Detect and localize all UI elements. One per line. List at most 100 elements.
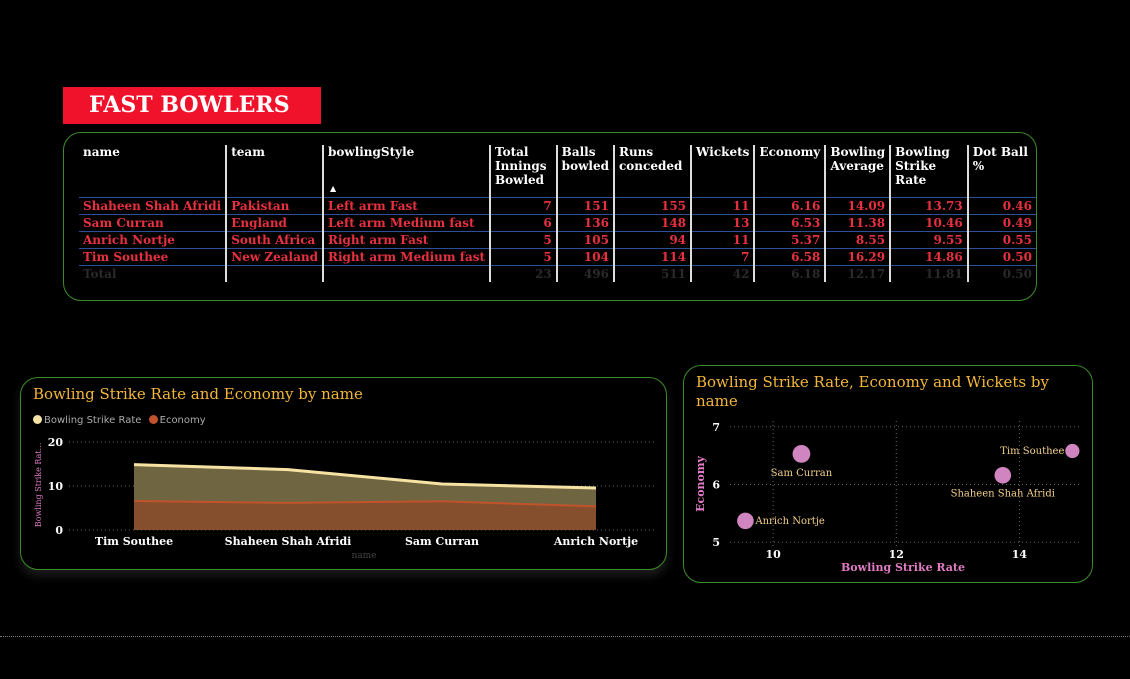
point-label: Tim Southee [1000, 446, 1064, 457]
column-header-label: Wickets [696, 145, 750, 159]
column-header[interactable]: Balls bowled [555, 145, 614, 198]
bowlers-table: name team bowlingStyle ▲ Total Innings Bowled B… [79, 145, 1036, 282]
column-header-label: Total [495, 145, 529, 159]
table-cell: 5.37 [753, 231, 826, 249]
table-cell: Right arm Medium fast [321, 248, 491, 266]
x-tick-label: Anrich Nortje [553, 535, 638, 548]
total-cell: 12.17 [824, 265, 891, 282]
table-cell: 16.29 [824, 248, 891, 266]
x-tick-label: 10 [765, 548, 781, 561]
x-tick-label: 14 [1012, 548, 1028, 561]
table-cell: Right arm Fast [321, 231, 491, 249]
scatter-point[interactable] [994, 466, 1012, 484]
table-row[interactable]: Shaheen Shah Afridi Pakistan Left arm Fast… [79, 197, 1036, 215]
column-header-label: Strike Rate [895, 159, 937, 187]
y-tick-label: 7 [712, 421, 720, 434]
table-cell: Pakistan [225, 197, 323, 215]
scatter-point[interactable] [1065, 443, 1080, 459]
table-cell: 0.55 [966, 231, 1036, 249]
total-cell [225, 265, 323, 282]
table-cell: 136 [555, 214, 614, 232]
table-cell: 0.49 [966, 214, 1036, 232]
total-cell [321, 265, 491, 282]
point-label: Shaheen Shah Afridi [951, 488, 1055, 499]
table-cell: 148 [612, 214, 692, 232]
area-chart: 20 10 0 Tim Southee Shaheen Shah Afridi Sam C… [34, 436, 656, 561]
table-cell: 11 [690, 197, 755, 215]
table-cell: 0.46 [966, 197, 1036, 215]
table-cell: South Africa [225, 231, 323, 249]
table-row[interactable]: Anrich Nortje South Africa Right arm Fast 5… [79, 231, 1036, 249]
total-cell: 42 [690, 265, 755, 282]
point-label: Anrich Nortje [754, 516, 825, 527]
table-row[interactable]: Sam Curran England Left arm Medium fast 6 13… [79, 214, 1036, 232]
y-axis-title: Economy [694, 456, 707, 512]
table-cell: 5 [489, 231, 557, 249]
table-cell: New Zealand [225, 248, 323, 266]
column-header-label: Bowling [895, 145, 950, 159]
column-header-label: Innings [495, 159, 547, 173]
table-cell: 7 [489, 197, 557, 215]
column-header[interactable]: bowlingStyle ▲ [321, 145, 491, 198]
column-header[interactable]: Dot Ball % [966, 145, 1036, 198]
total-cell: 496 [555, 265, 614, 282]
column-header-label: bowled [561, 159, 609, 173]
table-cell: 6 [489, 214, 557, 232]
table-cell: 114 [612, 248, 692, 266]
column-header[interactable]: Wickets [690, 145, 755, 198]
column-header-label: Average [830, 159, 884, 173]
table-cell: Tim Southee [79, 248, 227, 266]
table-cell: Shaheen Shah Afridi [79, 197, 227, 215]
total-cell: 0.50 [966, 265, 1036, 282]
scatter-point[interactable] [792, 445, 811, 463]
y-axis-title: Bowling Strike Rat... [34, 443, 43, 528]
table-cell: 0.50 [966, 248, 1036, 266]
table-cell: 5 [489, 248, 557, 266]
table-cell: 105 [555, 231, 614, 249]
page-divider [0, 636, 1130, 637]
sort-ascending-icon[interactable]: ▲ [330, 181, 336, 195]
column-header[interactable]: name [79, 145, 226, 198]
table-cell: 13 [690, 214, 755, 232]
y-tick-label: 20 [48, 436, 64, 449]
table-cell: 13.73 [889, 197, 968, 215]
table-cell: 155 [612, 197, 692, 215]
y-tick-label: 5 [712, 536, 720, 549]
table-cell: 104 [555, 248, 614, 266]
column-header-label: Bowled [495, 173, 545, 187]
y-tick-label: 10 [48, 480, 64, 493]
column-header[interactable]: Bowling Strike Rate [889, 145, 968, 198]
column-header[interactable]: Economy [753, 145, 826, 198]
column-header-label: Bowling [830, 145, 886, 159]
table-cell: 14.86 [889, 248, 968, 266]
scatter-point[interactable] [737, 512, 754, 530]
column-header-label: conceded [618, 159, 683, 173]
table-cell: 14.09 [824, 197, 891, 215]
table-cell: England [225, 214, 323, 232]
x-tick-label: Shaheen Shah Afridi [225, 535, 352, 548]
column-header-label: bowlingStyle [327, 145, 415, 159]
table-cell: 7 [690, 248, 755, 266]
x-tick-label: Tim Southee [95, 535, 173, 548]
table-cell: 11 [690, 231, 755, 249]
y-tick-label: 6 [712, 479, 720, 492]
point-label: Sam Curran [771, 468, 833, 479]
table-cell: Sam Curran [79, 214, 227, 232]
column-header[interactable]: Runs conceded [612, 145, 692, 198]
total-cell: 6.18 [753, 265, 826, 282]
area-fill-economy [134, 501, 596, 530]
table-cell: 9.55 [889, 231, 968, 249]
table-cell: 6.53 [753, 214, 826, 232]
x-axis-title: name [351, 551, 376, 561]
x-tick-label: Sam Curran [405, 535, 479, 548]
column-header-label: Dot Ball % [972, 145, 1028, 173]
column-header[interactable]: Bowling Average [824, 145, 891, 198]
table-row[interactable]: Tim Southee New Zealand Right arm Medium f… [79, 248, 1036, 266]
table-cell: 94 [612, 231, 692, 249]
column-header[interactable]: team [225, 145, 323, 198]
bowlers-table-panel: name team bowlingStyle ▲ Total Innings Bowled B… [63, 132, 1037, 301]
column-header[interactable]: Total Innings Bowled [489, 145, 557, 198]
y-tick-label: 0 [55, 524, 63, 537]
column-header-label: Balls [561, 145, 596, 159]
table-cell: 6.16 [753, 197, 826, 215]
